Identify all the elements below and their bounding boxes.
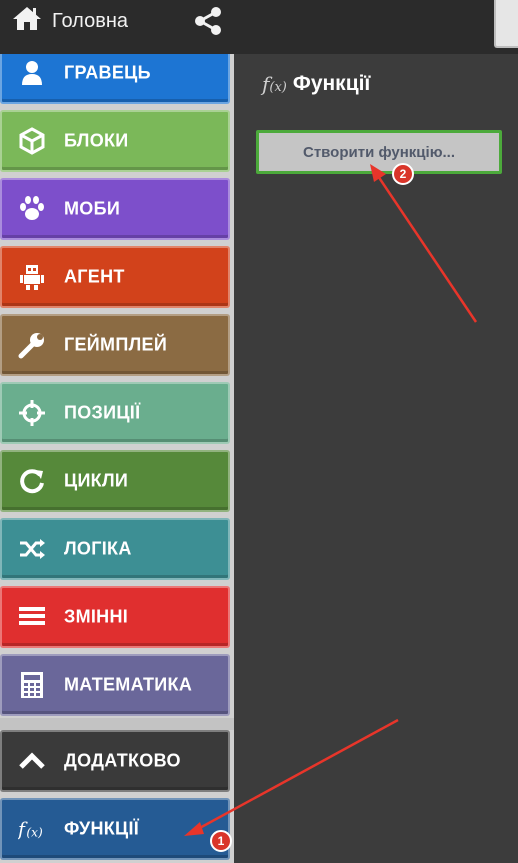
robot-icon [16, 261, 48, 293]
category-label: ЛОГІКА [64, 538, 132, 559]
share-icon [192, 7, 224, 40]
category-mobs[interactable]: МОБИ [0, 178, 230, 240]
home-icon [12, 5, 42, 37]
chevron-up-icon [16, 745, 48, 777]
category-loops[interactable]: ЦИКЛИ [0, 450, 230, 512]
category-label: МАТЕМАТИКА [64, 674, 193, 695]
calculator-icon [16, 669, 48, 701]
category-label: ГЕЙМПЛЕЙ [64, 334, 168, 355]
function-icon: f(x) [262, 72, 287, 96]
svg-text:(x): (x) [26, 825, 43, 839]
wrench-icon [16, 329, 48, 361]
cube-icon [16, 125, 48, 157]
sidebar-divider [0, 718, 234, 730]
home-label: Головна [52, 9, 128, 32]
category-label: ФУНКЦІЇ [64, 818, 140, 839]
category-label: ЗМІННІ [64, 606, 129, 627]
category-blocks[interactable]: БЛОКИ [0, 110, 230, 172]
flyout-header: f(x) Функції [262, 72, 370, 96]
list-icon [16, 601, 48, 633]
category-label: ЦИКЛИ [64, 470, 129, 491]
annotation-badge-1: 1 [210, 830, 232, 852]
category-positions[interactable]: ПОЗИЦІЇ [0, 382, 230, 444]
category-variables[interactable]: ЗМІННІ [0, 586, 230, 648]
top-bar: Головна [0, 0, 518, 54]
collapse-panel-button[interactable] [494, 0, 518, 48]
create-function-button[interactable]: Створити функцію... [256, 130, 502, 174]
category-functions[interactable]: f (x) ФУНКЦІЇ [0, 798, 230, 860]
category-label: ДОДАТКОВО [64, 750, 181, 771]
category-advanced[interactable]: ДОДАТКОВО [0, 730, 230, 792]
category-label: БЛОКИ [64, 130, 129, 151]
category-label: ПОЗИЦІЇ [64, 402, 141, 423]
annotation-badge-2: 2 [392, 163, 414, 185]
annotation-arrow-2 [370, 164, 478, 323]
category-logic[interactable]: ЛОГІКА [0, 518, 230, 580]
crosshair-icon [16, 397, 48, 429]
category-label: ГРАВЕЦЬ [64, 62, 151, 83]
category-label: МОБИ [64, 198, 121, 219]
category-player[interactable]: ГРАВЕЦЬ [0, 54, 230, 104]
category-gameplay[interactable]: ГЕЙМПЛЕЙ [0, 314, 230, 376]
shuffle-icon [16, 533, 48, 565]
person-icon [16, 57, 48, 89]
function-icon: f(x) [16, 813, 48, 845]
home-button[interactable]: Головна [12, 6, 128, 36]
flyout-title: Функції [292, 72, 371, 95]
loop-icon [16, 465, 48, 497]
paw-icon [16, 193, 48, 225]
toolbox-sidebar: ГРАВЕЦЬ БЛОКИ МОБИ АГЕНТ ГЕЙМПЛЕЙ ПОЗИЦІ… [0, 54, 234, 863]
category-label: АГЕНТ [64, 266, 125, 287]
category-agent[interactable]: АГЕНТ [0, 246, 230, 308]
category-math[interactable]: МАТЕМАТИКА [0, 654, 230, 716]
share-button[interactable] [192, 6, 224, 36]
